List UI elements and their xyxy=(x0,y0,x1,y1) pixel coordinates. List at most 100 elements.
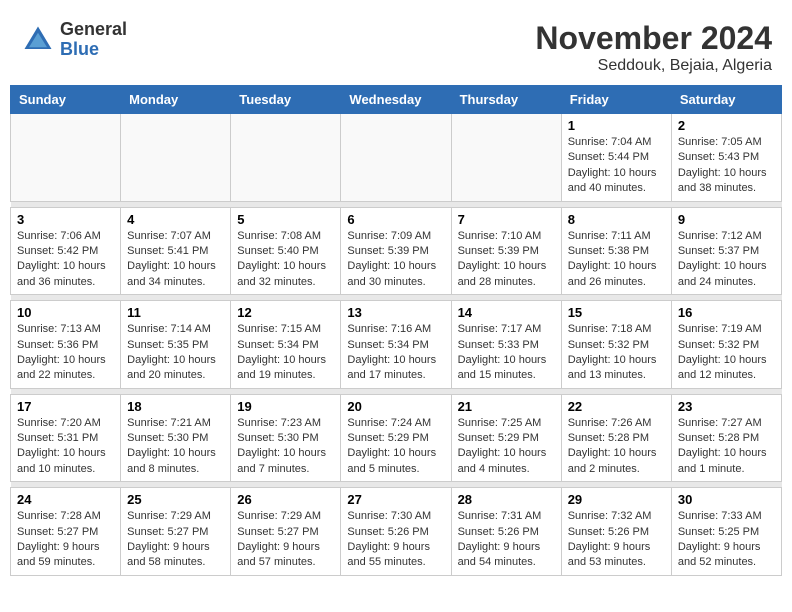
calendar-cell: 12 Sunrise: 7:15 AM Sunset: 5:34 PM Dayli… xyxy=(231,301,341,389)
day-number: 28 xyxy=(458,492,555,507)
calendar-week-4: 17 Sunrise: 7:20 AM Sunset: 5:31 PM Dayli… xyxy=(11,394,782,482)
header-tuesday: Tuesday xyxy=(231,86,341,114)
day-info: Sunrise: 7:29 AM Sunset: 5:27 PM Dayligh… xyxy=(127,509,224,571)
calendar-cell: 10 Sunrise: 7:13 AM Sunset: 5:36 PM Dayli… xyxy=(11,301,121,389)
logo-icon xyxy=(20,22,56,58)
day-number: 9 xyxy=(678,212,775,227)
calendar-cell xyxy=(231,114,341,202)
day-number: 8 xyxy=(568,212,665,227)
day-info: Sunrise: 7:15 AM Sunset: 5:34 PM Dayligh… xyxy=(237,322,334,384)
calendar-cell: 11 Sunrise: 7:14 AM Sunset: 5:35 PM Dayli… xyxy=(121,301,231,389)
day-info: Sunrise: 7:33 AM Sunset: 5:25 PM Dayligh… xyxy=(678,509,775,571)
calendar-cell: 3 Sunrise: 7:06 AM Sunset: 5:42 PM Daylig… xyxy=(11,207,121,295)
day-number: 11 xyxy=(127,305,224,320)
day-info: Sunrise: 7:31 AM Sunset: 5:26 PM Dayligh… xyxy=(458,509,555,571)
day-info: Sunrise: 7:26 AM Sunset: 5:28 PM Dayligh… xyxy=(568,416,665,478)
day-info: Sunrise: 7:19 AM Sunset: 5:32 PM Dayligh… xyxy=(678,322,775,384)
calendar-cell: 9 Sunrise: 7:12 AM Sunset: 5:37 PM Daylig… xyxy=(671,207,781,295)
day-info: Sunrise: 7:11 AM Sunset: 5:38 PM Dayligh… xyxy=(568,229,665,291)
calendar-cell: 28 Sunrise: 7:31 AM Sunset: 5:26 PM Dayli… xyxy=(451,488,561,576)
logo-general: General xyxy=(60,20,127,40)
day-info: Sunrise: 7:29 AM Sunset: 5:27 PM Dayligh… xyxy=(237,509,334,571)
day-number: 18 xyxy=(127,399,224,414)
day-info: Sunrise: 7:08 AM Sunset: 5:40 PM Dayligh… xyxy=(237,229,334,291)
day-number: 23 xyxy=(678,399,775,414)
day-number: 14 xyxy=(458,305,555,320)
calendar-cell: 15Sunrise: 7:18 AM Sunset: 5:32 PM Dayli… xyxy=(561,301,671,389)
calendar-table: Sunday Monday Tuesday Wednesday Thursday… xyxy=(10,85,782,576)
header-saturday: Saturday xyxy=(671,86,781,114)
day-number: 7 xyxy=(458,212,555,227)
calendar-cell: 8 Sunrise: 7:11 AM Sunset: 5:38 PM Daylig… xyxy=(561,207,671,295)
calendar-cell: 4Sunrise: 7:07 AM Sunset: 5:41 PM Daylig… xyxy=(121,207,231,295)
day-info: Sunrise: 7:27 AM Sunset: 5:28 PM Dayligh… xyxy=(678,416,775,478)
calendar-cell: 24 Sunrise: 7:28 AM Sunset: 5:27 PM Dayli… xyxy=(11,488,121,576)
calendar-week-2: 3 Sunrise: 7:06 AM Sunset: 5:42 PM Daylig… xyxy=(11,207,782,295)
calendar-cell: 13 Sunrise: 7:16 AM Sunset: 5:34 PM Dayli… xyxy=(341,301,451,389)
day-info: Sunrise: 7:20 AM Sunset: 5:31 PM Dayligh… xyxy=(17,416,114,478)
calendar-cell: 16 Sunrise: 7:19 AM Sunset: 5:32 PM Dayli… xyxy=(671,301,781,389)
day-info: Sunrise: 7:24 AM Sunset: 5:29 PM Dayligh… xyxy=(347,416,444,478)
day-number: 4 xyxy=(127,212,224,227)
day-number: 3 xyxy=(17,212,114,227)
day-info: Sunrise: 7:05 AM Sunset: 5:43 PM Dayligh… xyxy=(678,135,775,197)
day-number: 21 xyxy=(458,399,555,414)
calendar-cell: 21Sunrise: 7:25 AM Sunset: 5:29 PM Dayli… xyxy=(451,394,561,482)
location: Seddouk, Bejaia, Algeria xyxy=(535,57,772,75)
day-number: 30 xyxy=(678,492,775,507)
logo-blue: Blue xyxy=(60,40,127,60)
calendar-cell: 7Sunrise: 7:10 AM Sunset: 5:39 PM Daylig… xyxy=(451,207,561,295)
calendar-cell: 27 Sunrise: 7:30 AM Sunset: 5:26 PM Dayli… xyxy=(341,488,451,576)
calendar-cell: 17 Sunrise: 7:20 AM Sunset: 5:31 PM Dayli… xyxy=(11,394,121,482)
day-number: 19 xyxy=(237,399,334,414)
calendar-cell: 29Sunrise: 7:32 AM Sunset: 5:26 PM Dayli… xyxy=(561,488,671,576)
day-number: 6 xyxy=(347,212,444,227)
day-info: Sunrise: 7:16 AM Sunset: 5:34 PM Dayligh… xyxy=(347,322,444,384)
calendar-cell: 22Sunrise: 7:26 AM Sunset: 5:28 PM Dayli… xyxy=(561,394,671,482)
day-number: 24 xyxy=(17,492,114,507)
day-info: Sunrise: 7:13 AM Sunset: 5:36 PM Dayligh… xyxy=(17,322,114,384)
calendar-cell: 23 Sunrise: 7:27 AM Sunset: 5:28 PM Dayli… xyxy=(671,394,781,482)
header-friday: Friday xyxy=(561,86,671,114)
day-info: Sunrise: 7:12 AM Sunset: 5:37 PM Dayligh… xyxy=(678,229,775,291)
day-info: Sunrise: 7:04 AM Sunset: 5:44 PM Dayligh… xyxy=(568,135,665,197)
day-number: 25 xyxy=(127,492,224,507)
day-number: 13 xyxy=(347,305,444,320)
day-number: 26 xyxy=(237,492,334,507)
header-thursday: Thursday xyxy=(451,86,561,114)
calendar-week-3: 10 Sunrise: 7:13 AM Sunset: 5:36 PM Dayli… xyxy=(11,301,782,389)
page-header: General Blue November 2024 Seddouk, Beja… xyxy=(10,10,782,80)
calendar-cell xyxy=(121,114,231,202)
day-number: 2 xyxy=(678,118,775,133)
day-number: 16 xyxy=(678,305,775,320)
calendar-cell xyxy=(341,114,451,202)
calendar-cell: 14 Sunrise: 7:17 AM Sunset: 5:33 PM Dayli… xyxy=(451,301,561,389)
calendar-cell: 30 Sunrise: 7:33 AM Sunset: 5:25 PM Dayli… xyxy=(671,488,781,576)
calendar-header-row: Sunday Monday Tuesday Wednesday Thursday… xyxy=(11,86,782,114)
header-monday: Monday xyxy=(121,86,231,114)
calendar-cell xyxy=(11,114,121,202)
title-block: November 2024 Seddouk, Bejaia, Algeria xyxy=(535,20,772,75)
header-wednesday: Wednesday xyxy=(341,86,451,114)
calendar-cell: 6Sunrise: 7:09 AM Sunset: 5:39 PM Daylig… xyxy=(341,207,451,295)
day-info: Sunrise: 7:28 AM Sunset: 5:27 PM Dayligh… xyxy=(17,509,114,571)
day-number: 15 xyxy=(568,305,665,320)
day-info: Sunrise: 7:21 AM Sunset: 5:30 PM Dayligh… xyxy=(127,416,224,478)
day-number: 12 xyxy=(237,305,334,320)
day-info: Sunrise: 7:23 AM Sunset: 5:30 PM Dayligh… xyxy=(237,416,334,478)
day-number: 17 xyxy=(17,399,114,414)
calendar-cell xyxy=(451,114,561,202)
day-info: Sunrise: 7:17 AM Sunset: 5:33 PM Dayligh… xyxy=(458,322,555,384)
day-number: 27 xyxy=(347,492,444,507)
calendar-cell: 1Sunrise: 7:04 AM Sunset: 5:44 PM Daylig… xyxy=(561,114,671,202)
calendar-week-5: 24 Sunrise: 7:28 AM Sunset: 5:27 PM Dayli… xyxy=(11,488,782,576)
calendar-cell: 26 Sunrise: 7:29 AM Sunset: 5:27 PM Dayli… xyxy=(231,488,341,576)
logo-text: General Blue xyxy=(60,20,127,60)
day-info: Sunrise: 7:06 AM Sunset: 5:42 PM Dayligh… xyxy=(17,229,114,291)
logo: General Blue xyxy=(20,20,127,60)
day-number: 10 xyxy=(17,305,114,320)
calendar-cell: 18 Sunrise: 7:21 AM Sunset: 5:30 PM Dayli… xyxy=(121,394,231,482)
day-info: Sunrise: 7:30 AM Sunset: 5:26 PM Dayligh… xyxy=(347,509,444,571)
calendar-cell: 2 Sunrise: 7:05 AM Sunset: 5:43 PM Daylig… xyxy=(671,114,781,202)
day-info: Sunrise: 7:14 AM Sunset: 5:35 PM Dayligh… xyxy=(127,322,224,384)
